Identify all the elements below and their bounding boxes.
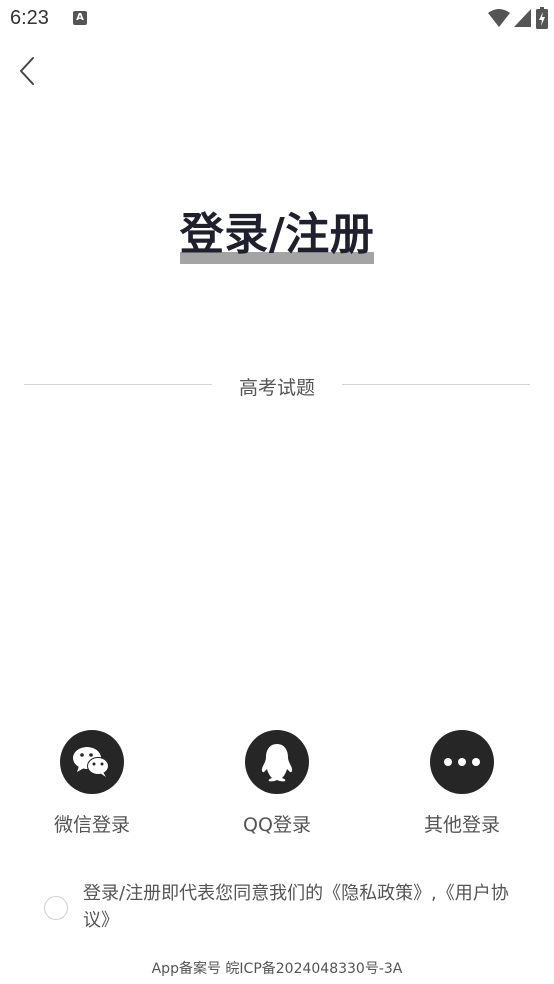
back-button[interactable] <box>14 54 44 88</box>
qq-icon <box>245 730 309 794</box>
battery-icon <box>536 7 548 29</box>
wechat-login-button[interactable]: 微信登录 <box>17 730 167 837</box>
agreement-text: 登录/注册即代表您同意我们的《隐私政策》,《用户协议》 <box>83 883 509 931</box>
status-icons <box>488 7 548 29</box>
notification-icon: A <box>73 11 87 25</box>
title-text: 登录/注册 <box>179 209 375 260</box>
more-dots-icon <box>430 730 494 794</box>
wechat-login-label: 微信登录 <box>53 814 130 836</box>
wifi-icon <box>488 9 510 27</box>
page-title: 登录/注册 <box>179 205 375 265</box>
icp-footer: App备案号 皖ICP备2024048330号-3A <box>151 961 403 977</box>
qq-login-button[interactable]: QQ登录 <box>202 730 352 837</box>
status-time: 6:23 <box>10 7 49 29</box>
status-bar: 6:23 A <box>0 0 554 38</box>
signal-icon <box>514 9 531 27</box>
chevron-left-icon <box>20 57 34 85</box>
other-login-button[interactable]: 其他登录 <box>387 730 537 837</box>
qq-login-label: QQ登录 <box>243 814 311 836</box>
login-options: 微信登录 QQ登录 其他登录 <box>0 730 554 850</box>
page-header: 登录/注册 <box>0 205 554 265</box>
other-login-label: 其他登录 <box>423 814 500 836</box>
wechat-icon <box>60 730 124 794</box>
divider-label: 高考试题 <box>238 377 315 399</box>
agreement-checkbox[interactable] <box>44 896 68 920</box>
